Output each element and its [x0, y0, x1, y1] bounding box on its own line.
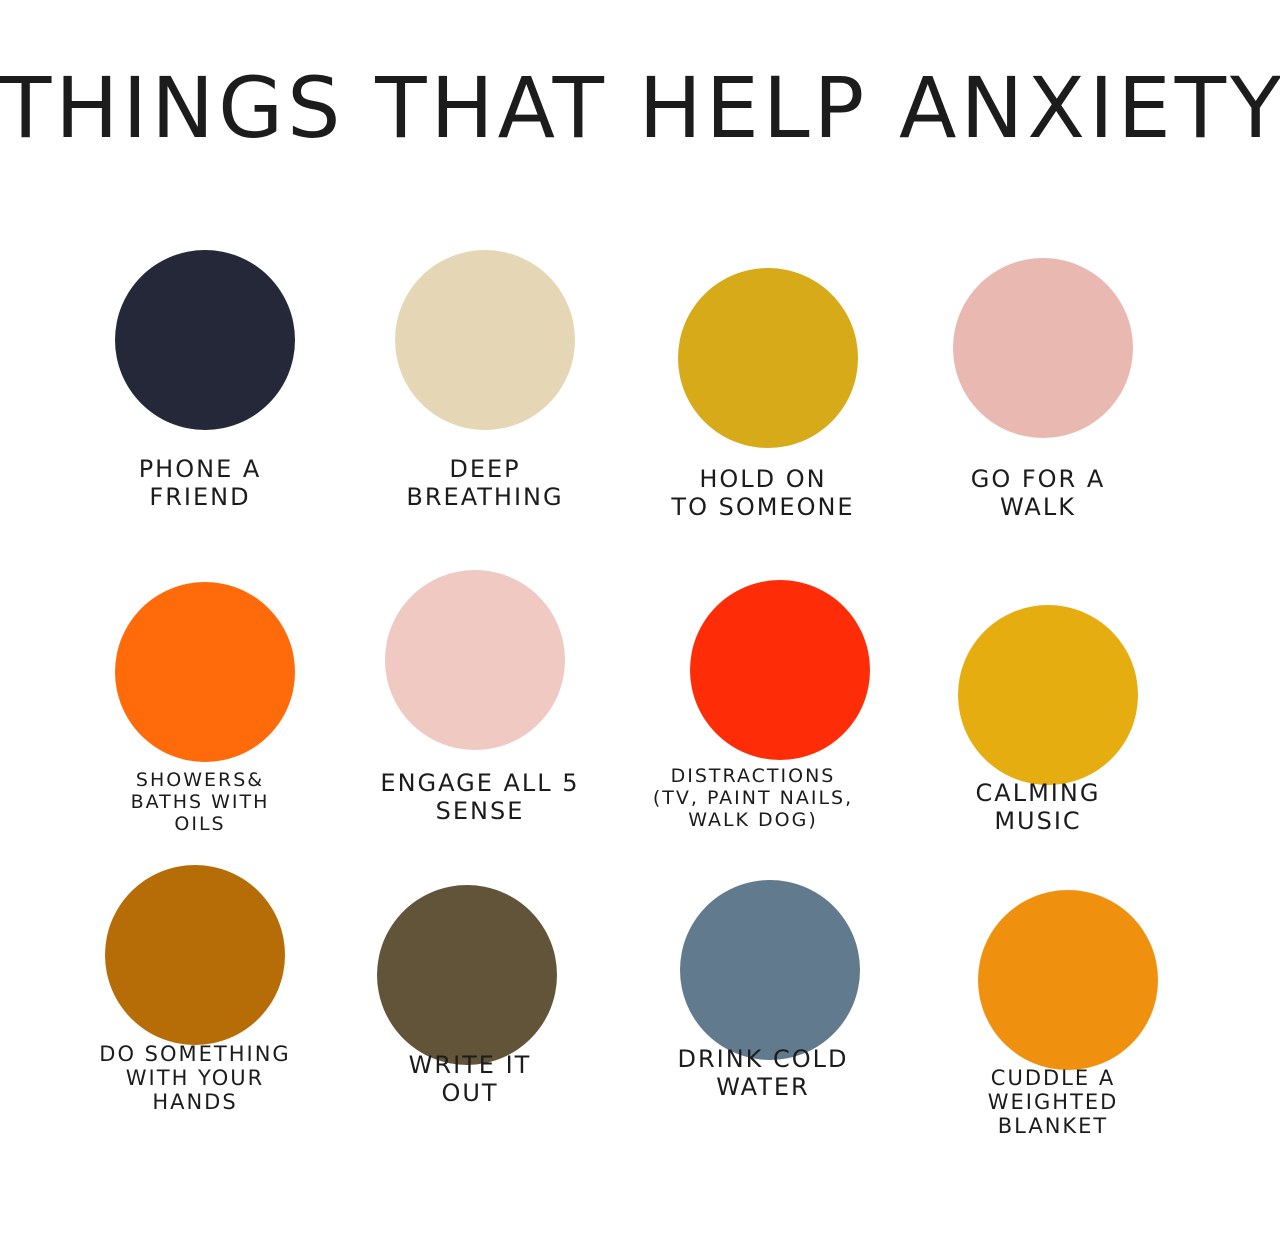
item-card: DO SOMETHING WITH YOUR HANDS [55, 860, 355, 1220]
color-dot [978, 890, 1158, 1070]
item-card: DEEP BREATHING [335, 238, 635, 598]
item-label: WRITE IT OUT [408, 1051, 532, 1107]
color-dot [115, 582, 295, 762]
color-dot [395, 250, 575, 430]
item-label: PHONE A FRIEND [138, 455, 262, 511]
item-label: DRINK COLD WATER [677, 1045, 849, 1101]
color-dot [680, 880, 860, 1060]
color-dot [385, 570, 565, 750]
item-card: CUDDLE A WEIGHTED BLANKET [893, 860, 1193, 1220]
item-card: PHONE A FRIEND [55, 238, 355, 598]
item-label: GO FOR A WALK [970, 465, 1106, 521]
color-dot [115, 250, 295, 430]
item-label: DISTRACTIONS (TV, PAINT NAILS, WALK DOG) [652, 765, 854, 831]
color-dot [678, 268, 858, 448]
color-dot [377, 885, 557, 1065]
color-dot [958, 605, 1138, 785]
item-label: HOLD ON TO SOMEONE [671, 465, 855, 521]
color-dot [690, 580, 870, 760]
item-card: DRINK COLD WATER [618, 860, 918, 1220]
color-dot [105, 865, 285, 1045]
item-label: DEEP BREATHING [406, 455, 564, 511]
page-title: THINGS THAT HELP ANXIETY [0, 59, 1280, 157]
item-card: GO FOR A WALK [893, 238, 1193, 598]
item-label: CUDDLE A WEIGHTED BLANKET [987, 1066, 1119, 1139]
item-label: ENGAGE ALL 5 SENSE [380, 769, 580, 825]
item-label: DO SOMETHING WITH YOUR HANDS [99, 1042, 291, 1115]
item-label: SHOWERS& BATHS WITH OILS [130, 769, 270, 835]
item-label: CALMING MUSIC [975, 779, 1101, 835]
item-card: WRITE IT OUT [335, 860, 635, 1220]
item-card: HOLD ON TO SOMEONE [618, 238, 918, 598]
color-dot [953, 258, 1133, 438]
